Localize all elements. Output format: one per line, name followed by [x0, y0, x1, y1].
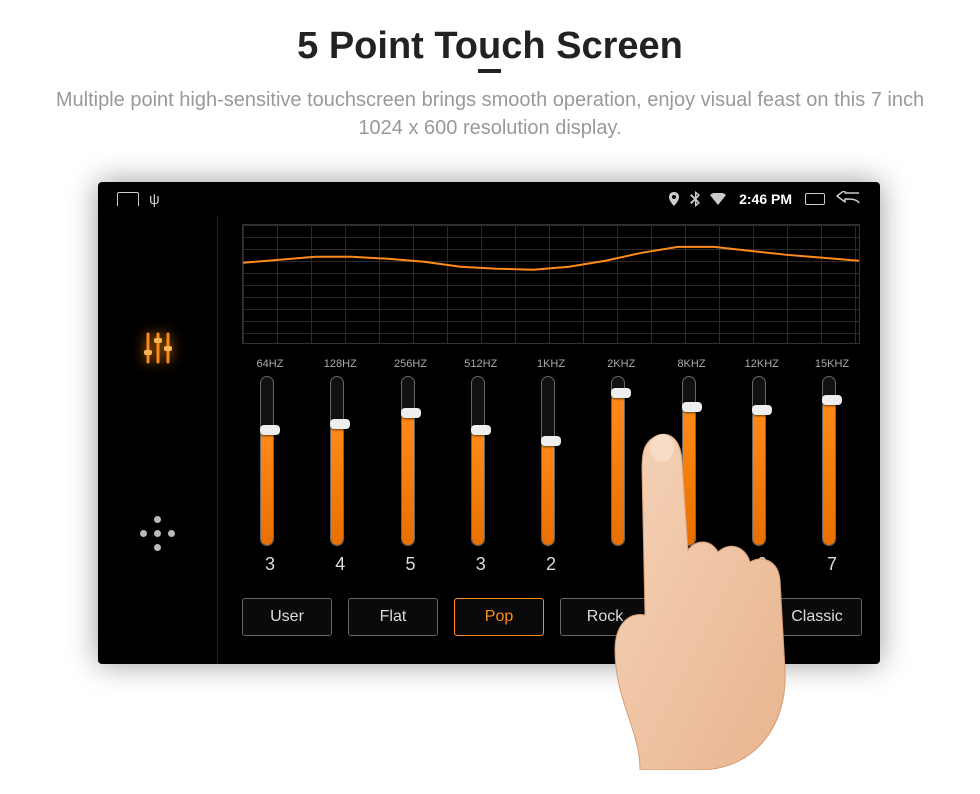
- eq-slider[interactable]: 15KHZ 7: [804, 358, 860, 588]
- eq-slider[interactable]: 1KHZ 2: [523, 358, 579, 588]
- eq-freq-label: 15KHZ: [815, 358, 849, 370]
- eq-slider[interactable]: 2KHZ: [593, 358, 649, 588]
- eq-slider-track[interactable]: [260, 376, 274, 546]
- eq-slider-knob[interactable]: [330, 419, 350, 429]
- eq-freq-label: 1KHZ: [537, 358, 565, 370]
- eq-slider-knob[interactable]: [752, 405, 772, 415]
- eq-freq-label: 8KHZ: [677, 358, 705, 370]
- eq-slider-knob[interactable]: [541, 436, 561, 446]
- eq-slider-track[interactable]: [401, 376, 415, 546]
- eq-slider-track[interactable]: [330, 376, 344, 546]
- eq-sliders: 64HZ 3 128HZ 4 256HZ 5 512HZ 3 1KHZ 2 2KHZ 8KHZ 12KH…: [242, 358, 860, 588]
- wifi-icon: [710, 193, 726, 205]
- eq-slider-knob[interactable]: [471, 425, 491, 435]
- eq-slider-track[interactable]: [541, 376, 555, 546]
- eq-slider[interactable]: 8KHZ: [664, 358, 720, 588]
- eq-value-label: 3: [265, 554, 275, 575]
- page-title-pre: 5 Point To: [297, 25, 478, 67]
- eq-freq-label: 128HZ: [324, 358, 357, 370]
- eq-presets: User Flat Pop Rock Classic: [242, 598, 860, 636]
- eq-slider-knob[interactable]: [822, 395, 842, 405]
- page-title: 5 Point Touch Screen: [0, 25, 980, 68]
- device-screen: ψ 2:46 PM: [98, 182, 880, 664]
- eq-slider-knob[interactable]: [401, 408, 421, 418]
- back-icon[interactable]: [835, 191, 861, 207]
- eq-slider-track[interactable]: [471, 376, 485, 546]
- eq-slider[interactable]: 64HZ 3: [242, 358, 298, 588]
- eq-slider-knob[interactable]: [682, 402, 702, 412]
- preset-button[interactable]: [666, 598, 756, 636]
- balance-icon[interactable]: [140, 516, 176, 552]
- eq-slider[interactable]: 256HZ 5: [383, 358, 439, 588]
- eq-value-label: 2: [546, 554, 556, 575]
- eq-value-label: 3: [476, 554, 486, 575]
- page-title-u: u: [478, 25, 501, 73]
- location-icon: [668, 192, 680, 206]
- equalizer-panel: 64HZ 3 128HZ 4 256HZ 5 512HZ 3 1KHZ 2 2KHZ 8KHZ 12KH…: [218, 216, 880, 664]
- page-subtitle: Multiple point high-sensitive touchscree…: [40, 86, 940, 142]
- page-title-post: ch Screen: [501, 25, 683, 67]
- status-bar: ψ 2:46 PM: [98, 182, 880, 216]
- eq-value-label: 4: [335, 554, 345, 575]
- preset-button[interactable]: Classic: [772, 598, 862, 636]
- eq-freq-label: 12KHZ: [745, 358, 779, 370]
- bluetooth-icon: [690, 191, 700, 207]
- eq-freq-label: 2KHZ: [607, 358, 635, 370]
- usb-icon: ψ: [149, 191, 160, 208]
- eq-slider-knob[interactable]: [611, 388, 631, 398]
- eq-value-label: 6: [757, 554, 767, 575]
- eq-slider[interactable]: 128HZ 4: [312, 358, 368, 588]
- eq-slider-track[interactable]: [752, 376, 766, 546]
- status-time: 2:46 PM: [739, 191, 792, 207]
- home-icon[interactable]: [117, 192, 139, 206]
- equalizer-icon[interactable]: [138, 328, 178, 373]
- eq-freq-label: 512HZ: [464, 358, 497, 370]
- preset-button[interactable]: Pop: [454, 598, 544, 636]
- eq-freq-label: 256HZ: [394, 358, 427, 370]
- eq-slider[interactable]: 12KHZ 6: [734, 358, 790, 588]
- eq-value-label: 7: [827, 554, 837, 575]
- preset-button[interactable]: Flat: [348, 598, 438, 636]
- eq-slider[interactable]: 512HZ 3: [453, 358, 509, 588]
- recent-apps-icon[interactable]: [805, 193, 825, 205]
- eq-freq-label: 64HZ: [257, 358, 284, 370]
- eq-value-label: 5: [405, 554, 415, 575]
- preset-button[interactable]: Rock: [560, 598, 650, 636]
- eq-slider-track[interactable]: [611, 376, 625, 546]
- preset-button[interactable]: User: [242, 598, 332, 636]
- sidebar: [98, 216, 218, 664]
- eq-slider-knob[interactable]: [260, 425, 280, 435]
- eq-curve-graph: [242, 224, 860, 344]
